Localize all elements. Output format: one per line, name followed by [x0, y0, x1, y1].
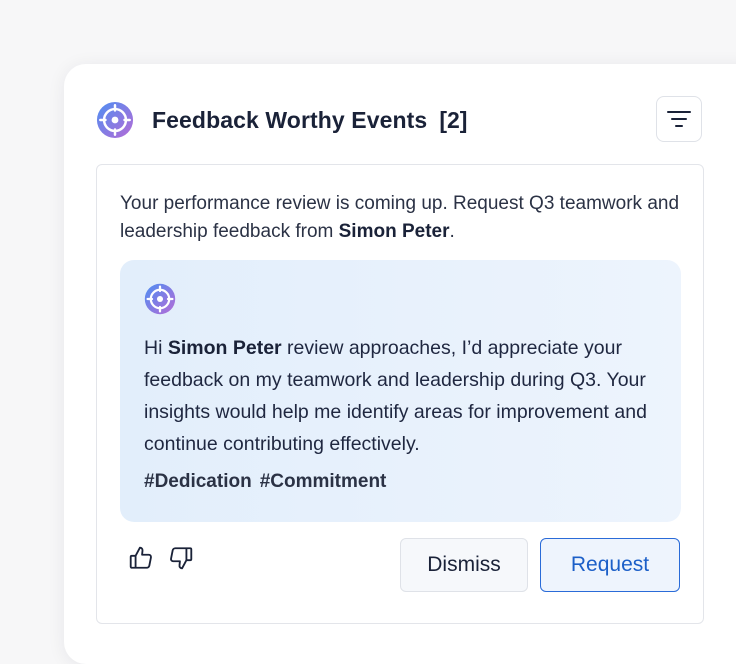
card-header: Feedback Worthy Events [2]: [96, 100, 467, 140]
message-greeting: Hi: [144, 337, 168, 359]
request-button[interactable]: Request: [540, 538, 680, 592]
event-item: Your performance review is coming up. Re…: [96, 164, 704, 624]
event-description-end: .: [449, 221, 455, 242]
event-person-name: Simon Peter: [338, 221, 450, 242]
tag-list: #Dedication #Commitment: [144, 471, 386, 493]
page-title: Feedback Worthy Events: [152, 106, 428, 133]
tag-commitment[interactable]: #Commitment: [260, 471, 387, 493]
assistant-logo-icon: [144, 283, 176, 315]
filter-icon: [667, 111, 691, 127]
event-description: Your performance review is coming up. Re…: [120, 190, 680, 246]
suggested-message: Hi Simon Peter review approaches, I’d ap…: [120, 260, 681, 522]
message-body: Hi Simon Peter review approaches, I’d ap…: [144, 332, 674, 460]
filter-button[interactable]: [656, 96, 702, 142]
events-count: [2]: [439, 106, 468, 133]
feedback-events-card: Feedback Worthy Events [2] Your performa…: [64, 64, 736, 664]
thumbs-down-icon[interactable]: [168, 545, 194, 571]
message-recipient-name: Simon Peter: [167, 337, 282, 359]
dismiss-button[interactable]: Dismiss: [400, 538, 528, 592]
tag-dedication[interactable]: #Dedication: [144, 471, 252, 493]
target-logo-icon: [96, 101, 134, 139]
thumbs-up-icon[interactable]: [128, 545, 154, 571]
